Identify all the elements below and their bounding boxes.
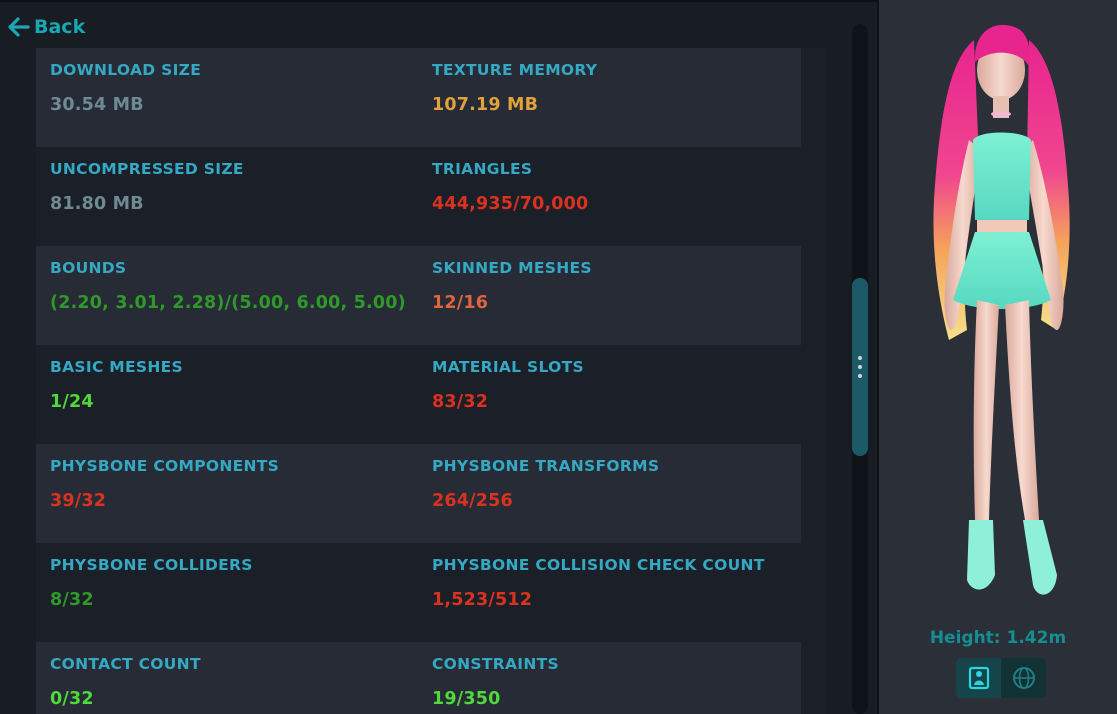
avatar-performance-screen: Back DOWNLOAD SIZE 30.54 MB TEXTURE MEMORY… <box>0 0 1117 714</box>
stat-value: 39/32 <box>50 491 107 511</box>
stat-label: PHYSBONE COMPONENTS <box>50 457 280 475</box>
grip-dot <box>858 374 862 378</box>
avatar-height-label: Height: 1.42m <box>929 628 1067 648</box>
stat-label: PHYSBONE COLLISION CHECK COUNT <box>432 556 765 574</box>
stat-row: CONTACT COUNT 0/32 CONSTRAINTS 19/350 <box>36 642 801 714</box>
stat-value: (2.20, 3.01, 2.28)/(5.00, 6.00, 5.00) <box>50 293 406 313</box>
globe-icon <box>1012 667 1035 689</box>
stat-value: 19/350 <box>432 689 501 709</box>
stat-value: 1/24 <box>50 392 94 412</box>
stat-label: TRIANGLES <box>432 160 533 178</box>
stat-value: 1,523/512 <box>432 590 533 610</box>
avatar-preview-panel: Height: 1.42m <box>877 0 1117 714</box>
stat-label: UNCOMPRESSED SIZE <box>50 160 244 178</box>
stat-value: 12/16 <box>432 293 489 313</box>
stat-row: DOWNLOAD SIZE 30.54 MB TEXTURE MEMORY 107.1… <box>36 48 801 147</box>
world-view-button[interactable] <box>1001 658 1046 698</box>
stat-value: 81.80 MB <box>50 194 144 214</box>
stats-list: DOWNLOAD SIZE 30.54 MB TEXTURE MEMORY 107.1… <box>36 48 827 714</box>
stat-value: 0/32 <box>50 689 94 709</box>
stat-label: DOWNLOAD SIZE <box>50 61 202 79</box>
stat-label: TEXTURE MEMORY <box>432 61 598 79</box>
stat-label: MATERIAL SLOTS <box>432 358 584 376</box>
avatar-preview-image[interactable] <box>879 0 1117 620</box>
stats-panel: Back DOWNLOAD SIZE 30.54 MB TEXTURE MEMORY… <box>0 0 877 714</box>
stat-label: BOUNDS <box>50 259 127 277</box>
stat-value: 8/32 <box>50 590 94 610</box>
grip-dot <box>858 365 862 369</box>
stat-value: 107.19 MB <box>432 95 539 115</box>
stat-value: 444,935/70,000 <box>432 194 589 214</box>
stat-row: BOUNDS (2.20, 3.01, 2.28)/(5.00, 6.00, 5.… <box>36 246 801 345</box>
avatar-stand-icon <box>968 666 989 690</box>
preview-view-toggle <box>956 658 1046 698</box>
back-label: Back <box>34 16 86 38</box>
stat-value: 264/256 <box>432 491 513 511</box>
stat-row: PHYSBONE COMPONENTS 39/32 PHYSBONE TRANSFO… <box>36 444 801 543</box>
arrow-left-icon <box>8 17 30 37</box>
stat-row: BASIC MESHES 1/24 MATERIAL SLOTS 83/32 <box>36 345 801 444</box>
stat-row: UNCOMPRESSED SIZE 81.80 MB TRIANGLES 444,93… <box>36 147 801 246</box>
grip-dot <box>858 356 862 360</box>
panel-resize-handle[interactable] <box>857 356 863 378</box>
stat-label: CONTACT COUNT <box>50 655 201 673</box>
stat-label: SKINNED MESHES <box>432 259 592 277</box>
stat-value: 83/32 <box>432 392 489 412</box>
stat-label: CONSTRAINTS <box>432 655 559 673</box>
avatar-view-button[interactable] <box>956 658 1001 698</box>
stat-value: 30.54 MB <box>50 95 144 115</box>
stat-label: PHYSBONE COLLIDERS <box>50 556 253 574</box>
stat-label: PHYSBONE TRANSFORMS <box>432 457 660 475</box>
stat-row: PHYSBONE COLLIDERS 8/32 PHYSBONE COLLISION… <box>36 543 801 642</box>
back-button[interactable]: Back <box>8 12 85 42</box>
stat-label: BASIC MESHES <box>50 358 184 376</box>
